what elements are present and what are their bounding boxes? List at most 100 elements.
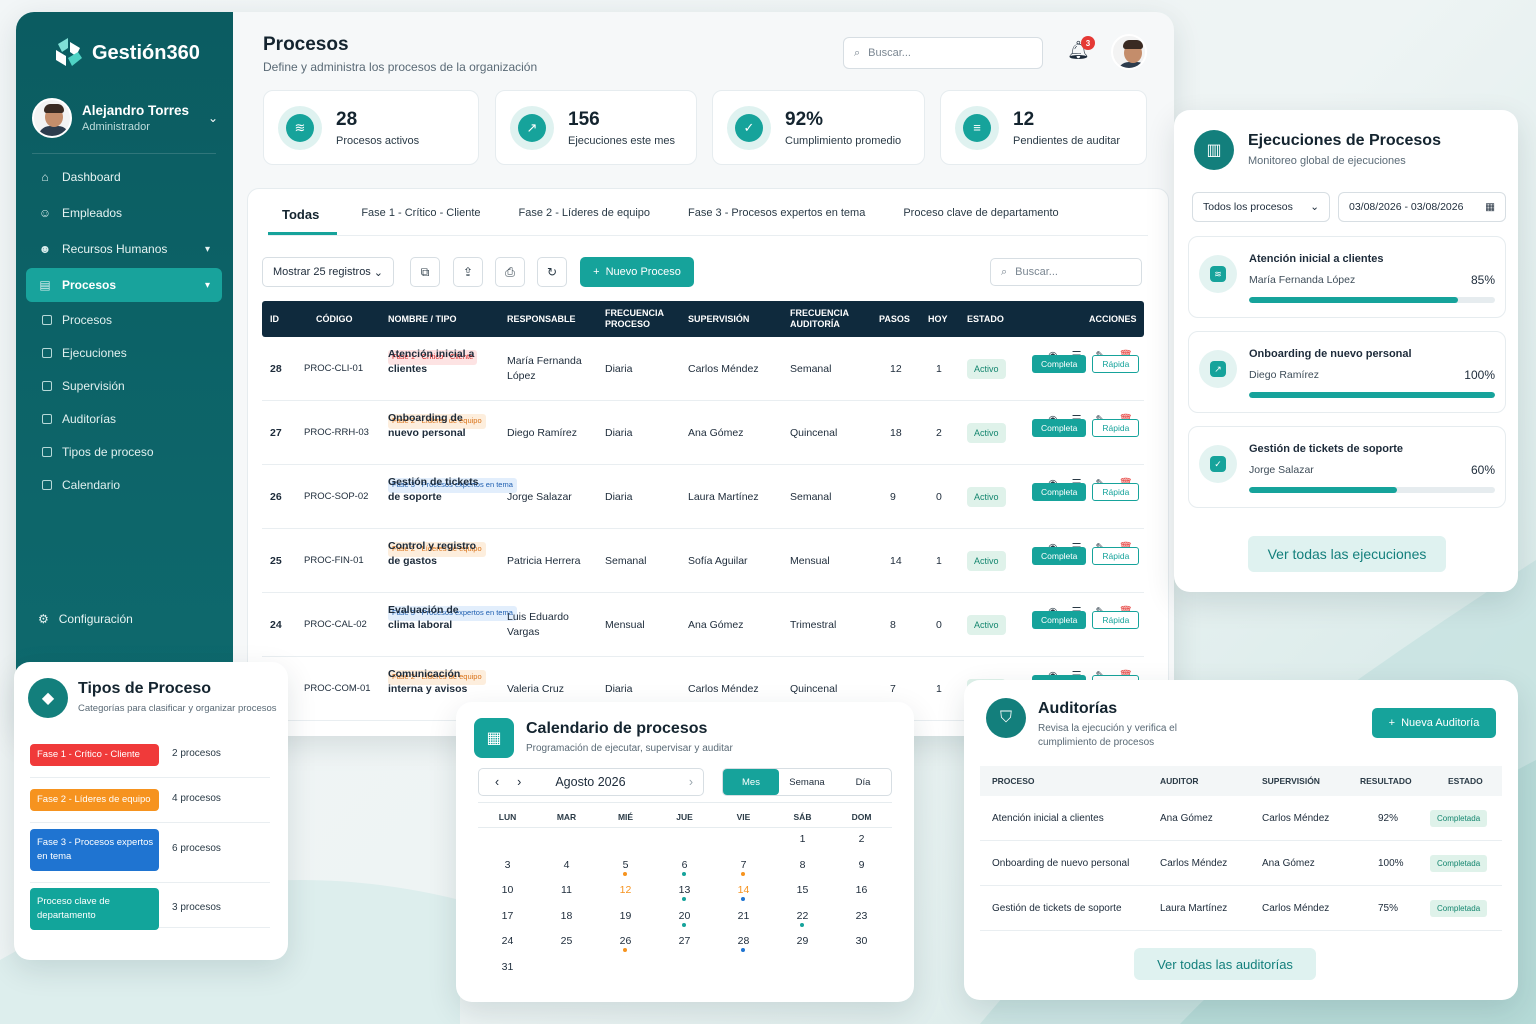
- table-row[interactable]: 26 PROC-SOP-02 Gestión de tickets de sop…: [262, 465, 1144, 529]
- copy-button[interactable]: ⧉: [410, 257, 440, 287]
- process-type-item[interactable]: Fase 2 - Líderes de equipo 4 procesos: [30, 779, 270, 823]
- calendar-day[interactable]: 19: [596, 905, 655, 931]
- profile-avatar[interactable]: [1111, 34, 1147, 70]
- new-audit-button[interactable]: + Nueva Auditoría: [1372, 708, 1496, 738]
- table-row[interactable]: Onboarding de nuevo personal Carlos Ménd…: [980, 841, 1502, 886]
- calendar-day[interactable]: 27: [655, 930, 714, 956]
- calendar-day[interactable]: 31: [478, 956, 537, 982]
- table-row[interactable]: 27 PROC-RRH-03 Onboarding de nuevo perso…: [262, 401, 1144, 465]
- calendar-day[interactable]: 16: [832, 879, 891, 905]
- view-day-button[interactable]: Día: [835, 769, 891, 795]
- calendar-day[interactable]: 10: [478, 879, 537, 905]
- complete-button[interactable]: Completa: [1032, 355, 1087, 373]
- process-name[interactable]: Control y registro de gastos: [388, 539, 488, 568]
- calendar-day[interactable]: 18: [537, 905, 596, 931]
- calendar-day[interactable]: 23: [832, 905, 891, 931]
- brand-logo[interactable]: Gestión360: [52, 36, 200, 70]
- calendar-day[interactable]: 11: [537, 879, 596, 905]
- process-type-item[interactable]: Fase 3 - Procesos expertos en tema 6 pro…: [30, 825, 270, 883]
- sidebar-item-dashboard[interactable]: ⌂ Dashboard: [26, 160, 222, 194]
- execution-item[interactable]: ↗ Onboarding de nuevo personal Diego Ram…: [1188, 331, 1506, 413]
- calendar-day[interactable]: 13: [655, 879, 714, 905]
- page-size-select[interactable]: Mostrar 25 registros ⌄: [262, 257, 394, 287]
- quick-button[interactable]: Rápida: [1092, 611, 1140, 629]
- calendar-day[interactable]: 12: [596, 879, 655, 905]
- table-row[interactable]: 24 PROC-CAL-02 Evaluación de clima labor…: [262, 593, 1144, 657]
- calendar-day[interactable]: 14: [714, 879, 773, 905]
- complete-button[interactable]: Completa: [1032, 547, 1087, 565]
- process-name[interactable]: Evaluación de clima laboral: [388, 603, 488, 632]
- table-row[interactable]: 25 PROC-FIN-01 Control y registro de gas…: [262, 529, 1144, 593]
- calendar-day[interactable]: 1: [773, 828, 832, 854]
- complete-button[interactable]: Completa: [1032, 611, 1087, 629]
- date-range-input[interactable]: 03/08/2026 - 03/08/2026 ▦: [1338, 192, 1506, 222]
- view-all-executions-button[interactable]: Ver todas las ejecuciones: [1248, 536, 1446, 572]
- user-menu[interactable]: Alejandro Torres Administrador ⌄: [32, 98, 218, 138]
- sidebar-item-empleados[interactable]: ☺ Empleados: [26, 196, 222, 230]
- quick-button[interactable]: Rápida: [1092, 419, 1140, 437]
- tab-fase-3[interactable]: Fase 3 - Procesos expertos en tema: [674, 201, 879, 235]
- view-week-button[interactable]: Semana: [779, 769, 835, 795]
- calendar-day[interactable]: 6: [655, 854, 714, 880]
- calendar-day[interactable]: 24: [478, 930, 537, 956]
- view-all-audits-button[interactable]: Ver todas las auditorías: [1134, 948, 1316, 980]
- calendar-day[interactable]: 20: [655, 905, 714, 931]
- search-input[interactable]: ⌕ Buscar...: [843, 37, 1043, 69]
- chevron-down-icon[interactable]: ⌄: [208, 111, 218, 125]
- process-filter-select[interactable]: Todos los procesos ⌄: [1192, 192, 1330, 222]
- sidebar-subitem[interactable]: Tipos de proceso: [26, 436, 222, 467]
- sidebar-subitem[interactable]: Procesos: [26, 304, 222, 335]
- chevron-right-icon[interactable]: ›: [689, 775, 693, 789]
- sidebar-subitem[interactable]: Auditorías: [26, 403, 222, 434]
- calendar-day[interactable]: 7: [714, 854, 773, 880]
- tab-proceso-clave[interactable]: Proceso clave de departamento: [889, 201, 1072, 235]
- calendar-day[interactable]: 28: [714, 930, 773, 956]
- calendar-day[interactable]: 30: [832, 930, 891, 956]
- sidebar-subitem[interactable]: Calendario: [26, 469, 222, 500]
- process-name[interactable]: Gestión de tickets de soporte: [388, 475, 488, 504]
- print-button[interactable]: ⎙: [495, 257, 525, 287]
- quick-button[interactable]: Rápida: [1092, 355, 1140, 373]
- table-row[interactable]: Gestión de tickets de soporte Laura Mart…: [980, 886, 1502, 931]
- quick-button[interactable]: Rápida: [1092, 483, 1140, 501]
- process-name[interactable]: Onboarding de nuevo personal: [388, 411, 488, 440]
- calendar-day[interactable]: 17: [478, 905, 537, 931]
- refresh-button[interactable]: ↻: [537, 257, 567, 287]
- calendar-day[interactable]: 4: [537, 854, 596, 880]
- process-type-item[interactable]: Fase 1 - Crítico - Cliente 2 procesos: [30, 734, 270, 778]
- notifications-button[interactable]: 🔔︎ 3: [1067, 36, 1095, 64]
- calendar-day[interactable]: 8: [773, 854, 832, 880]
- calendar-day[interactable]: 9: [832, 854, 891, 880]
- export-button[interactable]: ⇪: [453, 257, 483, 287]
- sidebar-item-recursos-humanos[interactable]: ☻ Recursos Humanos ▾: [26, 232, 222, 266]
- view-month-button[interactable]: Mes: [723, 769, 779, 795]
- sidebar-subitem[interactable]: Supervisión: [26, 370, 222, 401]
- calendar-day[interactable]: 5: [596, 854, 655, 880]
- tab-fase-1[interactable]: Fase 1 - Crítico - Cliente: [347, 201, 494, 235]
- tab-fase-2[interactable]: Fase 2 - Líderes de equipo: [505, 201, 664, 235]
- process-type-item[interactable]: Proceso clave de departamento 3 procesos: [30, 884, 270, 930]
- execution-item[interactable]: ≋ Atención inicial a clientes María Fern…: [1188, 236, 1506, 318]
- calendar-day[interactable]: 15: [773, 879, 832, 905]
- quick-button[interactable]: Rápida: [1092, 547, 1140, 565]
- process-name[interactable]: Atención inicial a clientes: [388, 347, 488, 376]
- chevron-right-icon[interactable]: ›: [517, 775, 521, 789]
- sidebar-subitem[interactable]: Ejecuciones: [26, 337, 222, 368]
- process-name[interactable]: Comunicación interna y avisos: [388, 667, 488, 696]
- complete-button[interactable]: Completa: [1032, 419, 1087, 437]
- sidebar-item-configuracion[interactable]: ⚙ Configuración: [38, 612, 133, 626]
- new-process-button[interactable]: + Nuevo Proceso: [580, 257, 694, 287]
- tab-todas[interactable]: Todas: [268, 201, 338, 235]
- calendar-day[interactable]: 3: [478, 854, 537, 880]
- sidebar-item-procesos[interactable]: ▤ Procesos ▾: [26, 268, 222, 302]
- table-row[interactable]: Atención inicial a clientes Ana Gómez Ca…: [980, 796, 1502, 841]
- execution-item[interactable]: ✓ Gestión de tickets de soporte Jorge Sa…: [1188, 426, 1506, 508]
- calendar-day[interactable]: 2: [832, 828, 891, 854]
- calendar-day[interactable]: 22: [773, 905, 832, 931]
- chevron-left-icon[interactable]: ‹: [495, 775, 499, 789]
- calendar-day[interactable]: 29: [773, 930, 832, 956]
- table-row[interactable]: 28 PROC-CLI-01 Atención inicial a client…: [262, 337, 1144, 401]
- table-search-input[interactable]: ⌕ Buscar...: [990, 258, 1142, 286]
- calendar-day[interactable]: 21: [714, 905, 773, 931]
- complete-button[interactable]: Completa: [1032, 483, 1087, 501]
